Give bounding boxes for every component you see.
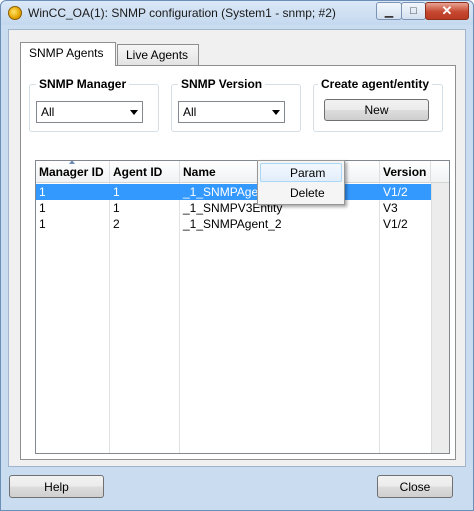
close-window-button[interactable]: ✕ xyxy=(425,2,469,20)
table-vertical-scrollbar[interactable] xyxy=(431,183,449,453)
window-title: WinCC_OA(1): SNMP configuration (System1… xyxy=(28,6,336,20)
column-header-manager-id[interactable]: Manager ID xyxy=(36,161,110,183)
close-icon: ✕ xyxy=(441,3,453,18)
context-menu-item-param[interactable]: Param xyxy=(260,163,342,182)
create-agent-label: Create agent/entity xyxy=(318,77,433,91)
cell-version: V1/2 xyxy=(383,217,408,231)
minimize-button[interactable]: ▁ xyxy=(376,2,402,20)
table-row[interactable]: 1 1 _1_SNMPAgent_1 V1/2 xyxy=(36,184,431,200)
snmp-version-select[interactable]: All xyxy=(178,101,285,123)
tab-live-agents[interactable]: Live Agents xyxy=(117,44,199,66)
table-row[interactable]: 1 2 _1_SNMPAgent_2 V1/2 xyxy=(36,216,431,232)
table-row[interactable]: 1 1 _1_SNMPV3Entity V3 xyxy=(36,200,431,216)
snmp-manager-select[interactable]: All xyxy=(36,101,143,123)
title-bar[interactable]: WinCC_OA(1): SNMP configuration (System1… xyxy=(1,1,473,25)
dropdown-arrow-icon xyxy=(130,110,138,115)
new-agent-button[interactable]: New xyxy=(324,99,429,121)
close-button[interactable]: Close xyxy=(377,475,453,498)
cell-version: V3 xyxy=(383,201,398,215)
maximize-icon: □ xyxy=(410,5,417,17)
snmp-version-group: SNMP Version All xyxy=(171,77,301,132)
snmp-manager-group: SNMP Manager All xyxy=(29,77,159,132)
cell-agent-id: 1 xyxy=(113,201,120,215)
snmp-version-label: SNMP Version xyxy=(178,77,266,91)
maximize-button[interactable]: □ xyxy=(401,2,426,20)
cell-manager-id: 1 xyxy=(39,201,46,215)
row-context-menu: Param Delete xyxy=(257,160,345,205)
snmp-manager-label: SNMP Manager xyxy=(36,77,130,91)
snmp-version-value: All xyxy=(183,105,197,119)
cell-agent-id: 2 xyxy=(113,217,120,231)
minimize-icon: ▁ xyxy=(384,5,394,18)
create-agent-group: Create agent/entity New xyxy=(313,77,443,132)
cell-agent-id: 1 xyxy=(113,185,120,199)
cell-name: _1_SNMPAgent_2 xyxy=(183,217,282,231)
cell-manager-id: 1 xyxy=(39,185,46,199)
sort-ascending-icon xyxy=(69,161,75,164)
table-header: Manager ID Agent ID Name Version xyxy=(36,161,449,183)
snmp-config-window: WinCC_OA(1): SNMP configuration (System1… xyxy=(0,0,474,511)
dialog-client-area: SNMP Agents Live Agents SNMP Manager All… xyxy=(8,29,466,467)
tab-snmp-agents[interactable]: SNMP Agents xyxy=(20,42,116,66)
help-button[interactable]: Help xyxy=(9,475,104,498)
column-header-agent-id[interactable]: Agent ID xyxy=(110,161,180,183)
agents-table: Manager ID Agent ID Name Version 1 1 _1_… xyxy=(35,160,450,454)
app-icon xyxy=(8,6,22,20)
cell-version: V1/2 xyxy=(383,185,408,199)
context-menu-item-delete[interactable]: Delete xyxy=(260,183,342,202)
snmp-manager-value: All xyxy=(41,105,55,119)
cell-manager-id: 1 xyxy=(39,217,46,231)
dropdown-arrow-icon xyxy=(272,110,280,115)
column-header-version[interactable]: Version xyxy=(380,161,431,183)
snmp-agents-panel: SNMP Manager All SNMP Version All Create… xyxy=(20,65,456,460)
